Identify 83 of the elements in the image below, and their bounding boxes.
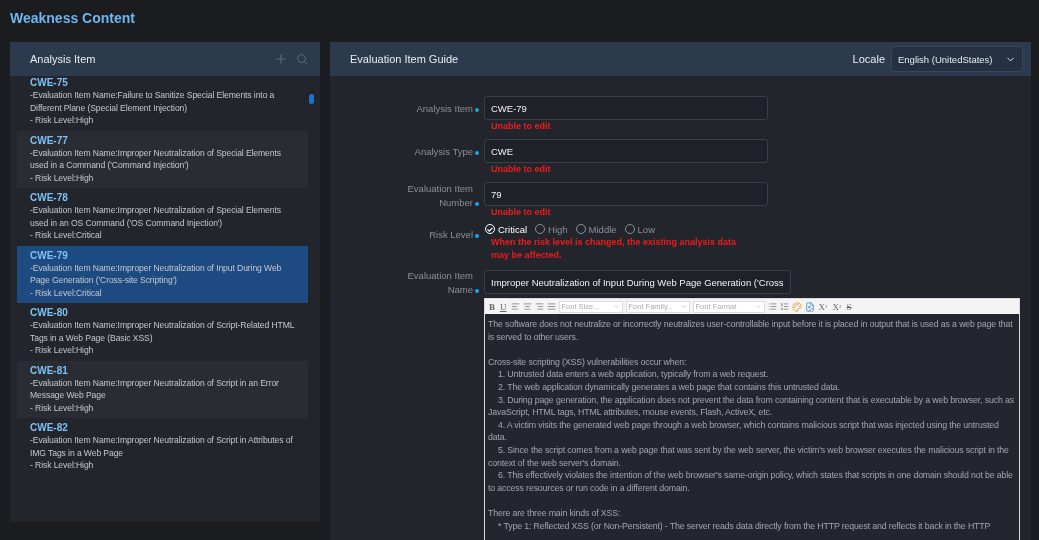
item-id: CWE-80 [30, 306, 69, 319]
radio-option[interactable]: High [535, 223, 568, 235]
bold-button[interactable]: B [488, 300, 496, 313]
panel-title: Evaluation Item Guide [350, 53, 460, 65]
item-id: CWE-75 [30, 76, 69, 89]
item-risk: - Risk Level:High [30, 459, 95, 472]
chevron-icon [612, 303, 620, 310]
required-dot [475, 108, 479, 112]
item-id: CWE-79 [30, 248, 69, 262]
editor-paragraph: * Type 1: Reflected XSS (or Non-Persistent) - The server reads data directly from the HTTP request and reflects it back in the HTTP [497, 519, 992, 533]
item-risk: - Risk Level:High [30, 401, 95, 414]
item-id: CWE-82 [30, 421, 69, 434]
align-icon[interactable] [522, 302, 532, 311]
page-title: Weakness Content [10, 10, 136, 28]
locale-label: Locale [852, 53, 885, 65]
radio-option[interactable]: Low [624, 223, 655, 235]
radio-option[interactable]: Critical [485, 223, 528, 235]
error-note: Unable to edit [491, 206, 552, 219]
align-icon[interactable] [534, 302, 544, 311]
item-name: -Evaluation Item Name:Improper Neutralization of Script-Related HTML Tags in a Web Page (Basic XSS) [30, 319, 296, 344]
add-icon[interactable] [274, 52, 288, 66]
superscript-button[interactable]: X$^{2}$ [831, 300, 843, 313]
input-field[interactable]: CWE-79 [484, 96, 768, 120]
item-name: -Evaluation Item Name:Improper Neutralization of Input During Web Page Generation ('Cross-site Scripting') [30, 261, 283, 287]
item-risk: - Risk Level:Critical [30, 229, 103, 242]
search-icon[interactable] [296, 53, 308, 65]
align-icon[interactable] [546, 302, 556, 311]
numbered-list-icon[interactable] [779, 302, 789, 311]
radio-option[interactable]: Middle [575, 223, 617, 235]
item-name: -Evaluation Item Name:Failure to Sanitize Special Elements into a Different Plane (Special Element Injection) [30, 89, 276, 114]
item-name: -Evaluation Item Name:Improper Neutralization of Special Elements used in a Command ('Command Injection') [30, 146, 282, 172]
item-id: CWE-77 [30, 133, 69, 147]
editor-paragraph: 4. A victim visits the generated web page through a web browser, which contains malicious script that was injected using the untrusted data. [488, 418, 1000, 444]
strike-button[interactable]: S [845, 300, 853, 313]
editor-paragraph: 5. Since the script comes from a web page that was sent by the web server, the victim's web browser executes the malicious script in the context of the web server's domain. [488, 443, 1010, 470]
input-field[interactable]: Improper Neutralization of Input During Web Page Generation ('Cross [484, 270, 791, 294]
palette-icon[interactable] [791, 301, 802, 312]
list-item[interactable]: CWE-77 -Evaluation Item Name:Improper Neutralization of Special Elements used in a Command ('Command Injection') - Risk Level:High [17, 130, 308, 188]
chevron-icon [679, 303, 687, 310]
field-label: Analysis Type [413, 145, 473, 159]
item-name: -Evaluation Item Name:Improper Neutralization of Script in an Error Message Web Page [30, 376, 280, 402]
warning-text: When the risk level is changed, the existing analysis data may be affected. [491, 236, 738, 262]
editor-paragraph: Cross-site scripting (XSS) vulnerabilities occur when: [488, 355, 688, 369]
required-dot [475, 202, 479, 206]
bullet-list-icon[interactable] [767, 302, 777, 311]
list-item[interactable]: CWE-79 -Evaluation Item Name:Improper Neutralization of Input During Web Page Generation ('Cross-site Scripting') - Risk Level:Critical [17, 245, 308, 303]
item-name: -Evaluation Item Name:Improper Neutralization of Script in Attributes of IMG Tags in a Web Page [30, 434, 294, 459]
editor-paragraph: 3. During page generation, the application does not prevent the data from containing content that is executable by a web browser, such as JavaScript, HTML tags, HTML attributes, mouse events, Flash, ActiveX, etc. [488, 393, 1015, 419]
error-note: Unable to edit [491, 163, 552, 176]
field-label: Analysis Item [415, 102, 473, 116]
chevron-icon [754, 303, 762, 310]
list-item[interactable]: CWE-82 -Evaluation Item Name:Improper Neutralization of Script in Attributes of IMG Tags in a Web Page - Risk Level:High [17, 418, 308, 476]
item-id: CWE-78 [30, 191, 69, 204]
list-item[interactable]: CWE-81 -Evaluation Item Name:Improper Neutralization of Script in an Error Message Web Page - Risk Level:High [17, 360, 308, 418]
item-id: CWE-81 [30, 363, 69, 377]
item-name: -Evaluation Item Name:Improper Neutralization of Special Elements used in an OS Command ('OS Command Injection') [30, 204, 282, 229]
input-field[interactable]: CWE [484, 139, 768, 163]
list-item[interactable]: CWE-80 -Evaluation Item Name:Improper Neutralization of Script-Related HTML Tags in a Web Page (Basic XSS) - Risk Level:High [17, 303, 308, 361]
input-field[interactable]: 79 [484, 182, 768, 206]
item-risk: - Risk Level:Critical [30, 286, 103, 299]
editor-paragraph: The software does not neutralize or incorrectly neutralizes user-controllable input before it is placed in output that is used as a web page that is served to other users. [488, 318, 1014, 344]
underline-button[interactable]: U [499, 300, 508, 313]
required-dot [475, 289, 479, 293]
editor-paragraph: There are three main kinds of XSS: [488, 506, 622, 520]
item-risk: - Risk Level:High [30, 344, 95, 357]
align-icon[interactable] [510, 302, 520, 311]
scrollbar-thumb[interactable] [309, 94, 314, 104]
field-label: Evaluation Item Name [406, 269, 473, 297]
list-item[interactable]: CWE-75 -Evaluation Item Name:Failure to Sanitize Special Elements into a Different Plane (Special Element Injection) - Risk Level:High [17, 73, 308, 131]
editor-paragraph: 1. Untrusted data enters a web application, typically from a web request. [497, 368, 770, 381]
image-icon[interactable] [804, 301, 815, 312]
field-label: Evaluation Item Number [406, 182, 473, 210]
list-item[interactable]: CWE-78 -Evaluation Item Name:Improper Neutralization of Special Elements used in an OS Command ('OS Command Injection') - Risk Level:Critical [17, 188, 308, 246]
locale-select[interactable]: English (UnitedStates) [891, 46, 1023, 72]
editor-paragraph: 6. This effectively violates the intention of the web browser's same-origin policy, which states that scripts in one domain should not be able to access resources or run code in a different domain. [488, 469, 1014, 495]
panel-title: Analysis Item [30, 53, 97, 65]
required-dot [475, 234, 479, 238]
item-risk: - Risk Level:High [30, 114, 95, 127]
item-risk: - Risk Level:High [30, 171, 95, 184]
editor-paragraph: 2. The web application dynamically generates a web page that contains this untrusted data. [497, 380, 841, 394]
error-note: Unable to edit [491, 120, 552, 133]
required-dot [475, 151, 479, 155]
field-label: Risk Level [429, 228, 473, 242]
